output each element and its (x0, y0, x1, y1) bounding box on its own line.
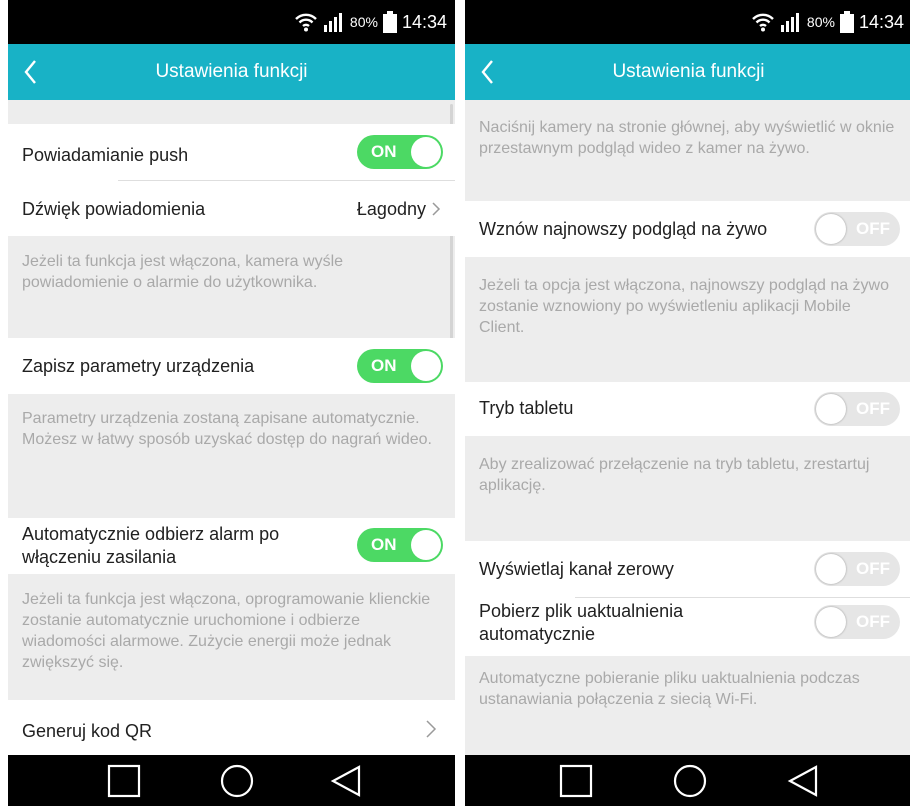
chevron-right-icon (426, 720, 437, 738)
app-header: Ustawienia funkcji (8, 44, 455, 100)
push-notification-row[interactable]: Powiadamianie push ON Dźwięk powiadomien… (8, 124, 455, 236)
push-description: Jeżeli ta funkcja jest włączona, kamera … (22, 253, 344, 291)
signal-icon (780, 13, 799, 32)
auto-alarm-label: Automatycznie odbierz alarm po włączeniu… (22, 524, 280, 567)
auto-update-label[interactable]: Pobierz plik uaktualnienia automatycznie (479, 600, 683, 646)
recent-apps-icon[interactable] (558, 763, 594, 799)
push-notification-toggle[interactable]: ON (357, 135, 443, 169)
page-title: Ustawienia funkcji (612, 61, 765, 82)
auto-alarm-description: Jeżeli ta funkcja jest włączona, oprogra… (22, 591, 431, 671)
resume-live-view-toggle[interactable]: OFF (814, 212, 900, 246)
notification-sound-value[interactable]: Łagodny (357, 198, 441, 221)
zero-channel-toggle[interactable]: OFF (814, 552, 900, 586)
resume-live-view-label: Wznów najnowszy podgląd na żywo (479, 219, 768, 239)
home-icon[interactable] (672, 763, 708, 799)
chevron-right-icon (432, 202, 441, 216)
save-parameters-label: Zapisz parametry urządzenia (22, 356, 255, 376)
tablet-mode-row[interactable]: Tryb tabletu OFF (465, 382, 910, 436)
battery-icon (382, 11, 397, 33)
recent-apps-icon[interactable] (106, 763, 142, 799)
resume-live-view-description: Jeżeli ta opcja jest włączona, najnowszy… (479, 277, 890, 336)
tablet-mode-description: Aby zrealizować przełączenie na tryb tab… (479, 456, 870, 494)
home-icon[interactable] (219, 763, 255, 799)
save-parameters-toggle[interactable]: ON (357, 349, 443, 383)
page-title: Ustawienia funkcji (155, 61, 308, 82)
resume-live-view-row[interactable]: Wznów najnowszy podgląd na żywo OFF (465, 201, 910, 257)
auto-alarm-toggle[interactable]: ON (357, 528, 443, 562)
back-triangle-icon[interactable] (328, 763, 364, 799)
battery-icon (839, 11, 854, 33)
auto-alarm-row[interactable]: Automatycznie odbierz alarm po włączeniu… (8, 518, 455, 574)
status-time: 14:34 (401, 11, 447, 32)
wifi-icon (295, 13, 317, 32)
status-time: 14:34 (858, 11, 904, 32)
wifi-icon (752, 13, 774, 32)
navigation-bar (465, 755, 910, 806)
notification-sound-label[interactable]: Dźwięk powiadomienia (22, 198, 205, 221)
row-divider (118, 180, 455, 181)
battery-percent: 80% (806, 14, 835, 30)
status-bar: 80% 14:34 (465, 0, 910, 44)
push-notification-label: Powiadamianie push (22, 145, 189, 165)
signal-icon (323, 13, 342, 32)
save-parameters-description: Parametry urządzenia zostaną zapisane au… (22, 410, 432, 448)
right-screen: 80% 14:34 Ustawienia funkcji Naciśnij ka… (465, 0, 910, 806)
tablet-mode-toggle[interactable]: OFF (814, 392, 900, 426)
battery-percent: 80% (349, 14, 378, 30)
status-bar: 80% 14:34 (8, 0, 455, 44)
save-parameters-row[interactable]: Zapisz parametry urządzenia ON (8, 338, 455, 394)
row-divider (575, 597, 910, 598)
back-triangle-icon[interactable] (785, 763, 821, 799)
navigation-bar (8, 755, 455, 806)
preview-description: Naciśnij kamery na stronie głównej, aby … (479, 119, 895, 157)
auto-update-description: Automatyczne pobieranie pliku uaktualnie… (479, 670, 860, 708)
zero-channel-and-update-group: Wyświetlaj kanał zerowy OFF Pobierz plik… (465, 541, 910, 656)
zero-channel-label[interactable]: Wyświetlaj kanał zerowy (479, 558, 674, 581)
left-screen: 80% 14:34 Ustawienia funkcji Powiadamian… (8, 0, 455, 806)
generate-qr-label: Generuj kod QR (22, 721, 153, 741)
tablet-mode-label: Tryb tabletu (479, 398, 574, 418)
app-header: Ustawienia funkcji (465, 44, 910, 100)
auto-update-toggle[interactable]: OFF (814, 605, 900, 639)
generate-qr-row[interactable]: Generuj kod QR (8, 700, 455, 755)
